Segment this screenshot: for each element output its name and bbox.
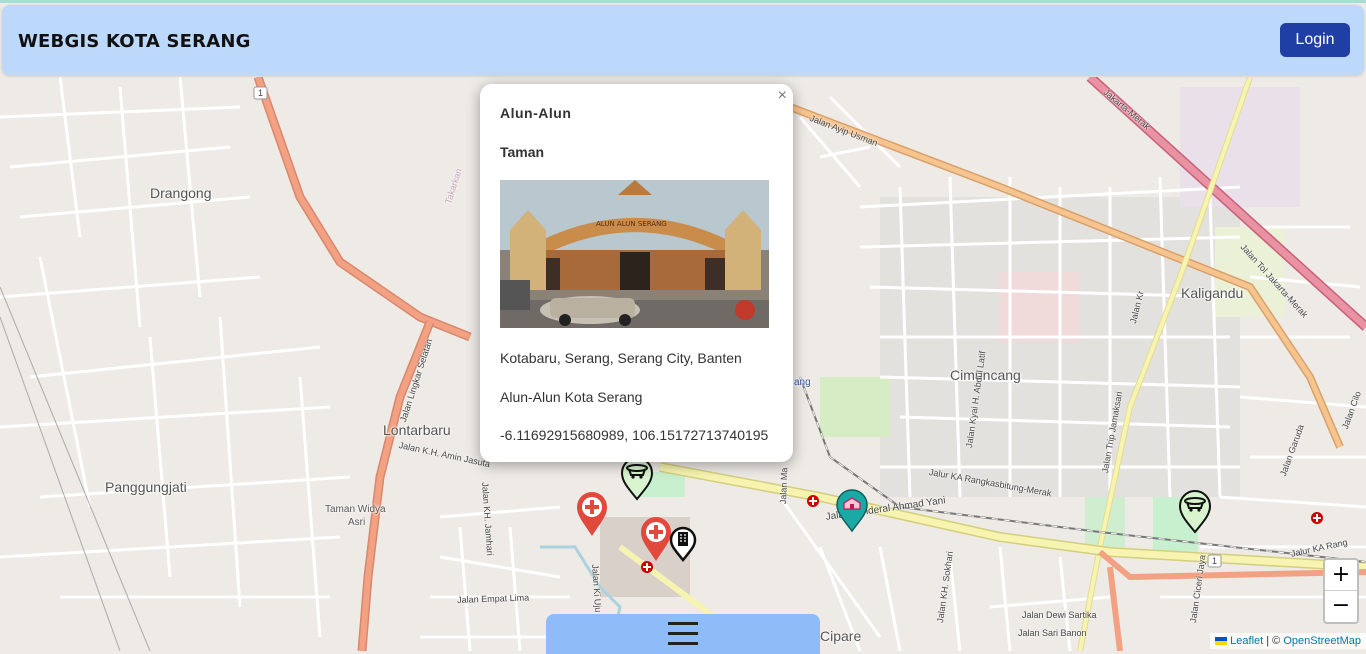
bottom-menu-toggle[interactable]	[546, 614, 820, 654]
place-label: Cimuncang	[950, 367, 1021, 383]
popup-description: Alun-Alun Kota Serang	[500, 389, 643, 405]
place-label: Panggungjati	[105, 479, 187, 495]
place-label: Kaligandu	[1181, 285, 1244, 301]
top-accent-line	[0, 0, 1366, 3]
partial-label: ang	[794, 377, 811, 388]
popup-coordinates: -6.11692915680989, 106.15172713740195	[500, 427, 769, 443]
park-marker-icon[interactable]	[1177, 490, 1213, 534]
popup-close-button[interactable]: ×	[778, 88, 787, 104]
route-shield: 1	[1212, 556, 1218, 566]
hospital-dot-icon[interactable]	[806, 494, 820, 508]
ukraine-flag-icon	[1215, 637, 1228, 645]
street-label: Jalan Ma	[778, 467, 790, 505]
zoom-out-button[interactable]: −	[1325, 591, 1357, 621]
building-marker-icon[interactable]	[668, 526, 698, 562]
hospital-marker-icon[interactable]	[575, 490, 609, 538]
school-marker-icon[interactable]	[835, 489, 869, 533]
hamburger-menu-icon[interactable]	[668, 622, 698, 645]
place-label: Taman Widya	[325, 504, 386, 515]
location-popup: × Alun-Alun Taman ALUN ALUN SERANG Kotab…	[480, 84, 793, 462]
attribution-separator: | ©	[1263, 635, 1284, 647]
openstreetmap-link[interactable]: OpenStreetMap	[1283, 635, 1361, 647]
street-label: Jalan Sari Banon	[1018, 628, 1087, 638]
photo-sign-text: ALUN ALUN SERANG	[596, 220, 667, 228]
zoom-in-button[interactable]: +	[1325, 560, 1357, 591]
popup-photo: ALUN ALUN SERANG	[500, 180, 769, 328]
hospital-dot-icon[interactable]	[1310, 511, 1324, 525]
brand-title: WEBGIS KOTA SERANG	[18, 31, 251, 52]
popup-address: Kotabaru, Serang, Serang City, Banten	[500, 350, 742, 366]
map-attribution: Leaflet | © OpenStreetMap	[1210, 633, 1366, 649]
popup-title: Alun-Alun	[500, 105, 572, 121]
place-label: Drangong	[150, 185, 212, 201]
zoom-control: + −	[1323, 558, 1359, 624]
place-label: Cipare	[820, 628, 862, 644]
place-label: Asri	[348, 517, 366, 528]
street-label: Jalan Dewi Sartika	[1022, 610, 1097, 620]
park-marker-icon[interactable]	[619, 457, 655, 501]
route-shield: 1	[258, 88, 264, 98]
login-button[interactable]: Login	[1280, 23, 1350, 57]
leaflet-link[interactable]: Leaflet	[1230, 635, 1263, 647]
place-label: Lontarbaru	[383, 422, 451, 438]
popup-category: Taman	[500, 144, 545, 160]
navbar: WEBGIS KOTA SERANG Login	[2, 5, 1364, 75]
